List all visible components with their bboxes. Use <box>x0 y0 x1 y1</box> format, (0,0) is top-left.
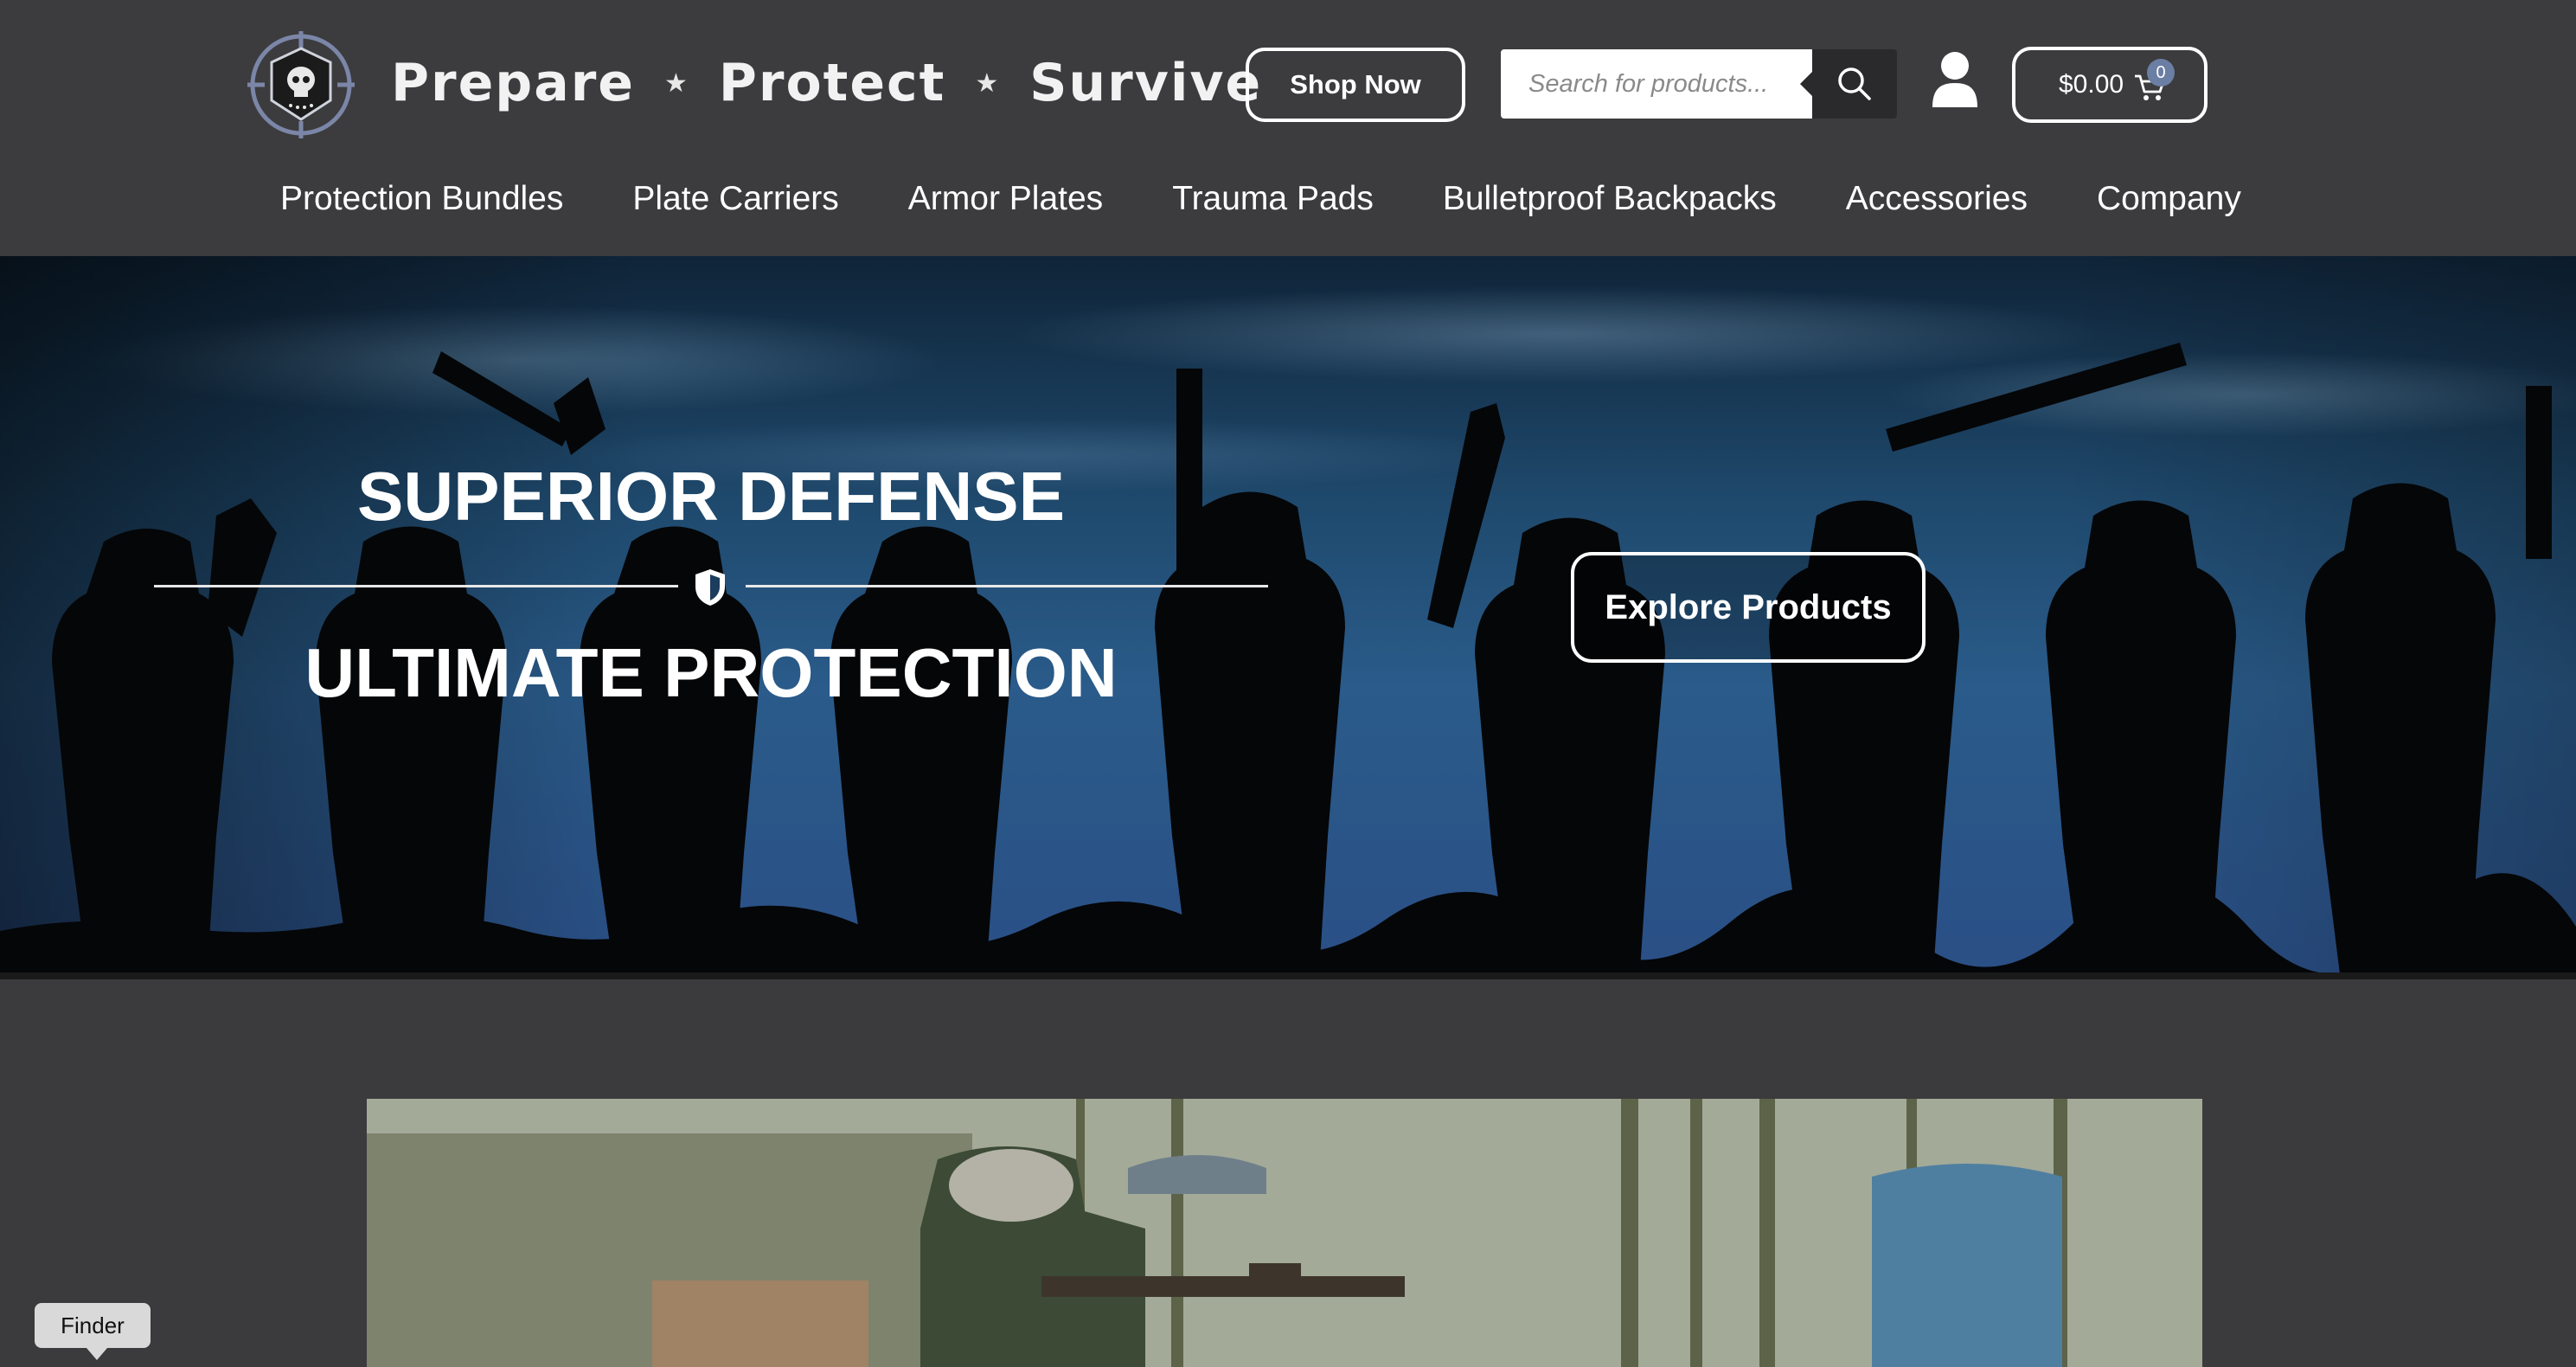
hero-headline-top: SUPERIOR DEFENSE <box>357 458 1065 535</box>
nav-item-plate-carriers[interactable]: Plate Carriers <box>632 180 838 218</box>
search-icon <box>1838 67 1871 100</box>
nav-item-bulletproof-backpacks[interactable]: Bulletproof Backpacks <box>1443 180 1777 218</box>
nav-item-protection-bundles[interactable]: Protection Bundles <box>280 180 563 218</box>
hero-banner: SUPERIOR DEFENSE ULTIMATE PROTECTION Exp… <box>0 256 2576 976</box>
nav-item-company[interactable]: Company <box>2097 180 2241 218</box>
shield-icon <box>695 569 725 606</box>
hero-divider-right <box>746 585 1268 587</box>
nav-item-accessories[interactable]: Accessories <box>1846 180 2028 218</box>
cart-total: $0.00 <box>2059 70 2124 99</box>
brand-word-protect: Protect <box>718 53 946 113</box>
cart-button[interactable]: $0.00 0 <box>2012 47 2208 123</box>
search-button[interactable] <box>1800 49 1897 119</box>
page: Prepare ★ Protect ★ Survive Shop Now $0.… <box>0 0 2576 1367</box>
skull-crosshair-logo[interactable] <box>247 31 355 138</box>
site-header: Prepare ★ Protect ★ Survive Shop Now $0.… <box>0 0 2576 256</box>
brand-word-prepare: Prepare <box>391 53 635 113</box>
brand-word-survive: Survive <box>1029 53 1263 113</box>
user-account-icon[interactable] <box>1931 50 1979 109</box>
featured-video-image[interactable] <box>367 1099 2202 1367</box>
shooter-range-image <box>367 1099 2202 1367</box>
explore-products-button[interactable]: Explore Products <box>1571 552 1926 663</box>
star-icon: ★ <box>975 67 1001 99</box>
hero-headline-bottom: ULTIMATE PROTECTION <box>304 634 1118 711</box>
main-nav: Protection Bundles Plate Carriers Armor … <box>280 173 2241 225</box>
nav-item-trauma-pads[interactable]: Trauma Pads <box>1172 180 1374 218</box>
soldier-silhouettes-image <box>0 343 2576 976</box>
nav-item-armor-plates[interactable]: Armor Plates <box>908 180 1103 218</box>
shop-now-button[interactable]: Shop Now <box>1246 48 1465 122</box>
hero-bottom-border <box>0 972 2576 979</box>
cart-count-badge: 0 <box>2147 59 2175 87</box>
finder-tooltip: Finder <box>35 1303 151 1360</box>
star-icon: ★ <box>663 67 689 99</box>
hero-divider-left <box>154 585 678 587</box>
brand-tagline[interactable]: Prepare ★ Protect ★ Survive <box>391 45 1262 121</box>
search-input[interactable] <box>1501 49 1812 119</box>
